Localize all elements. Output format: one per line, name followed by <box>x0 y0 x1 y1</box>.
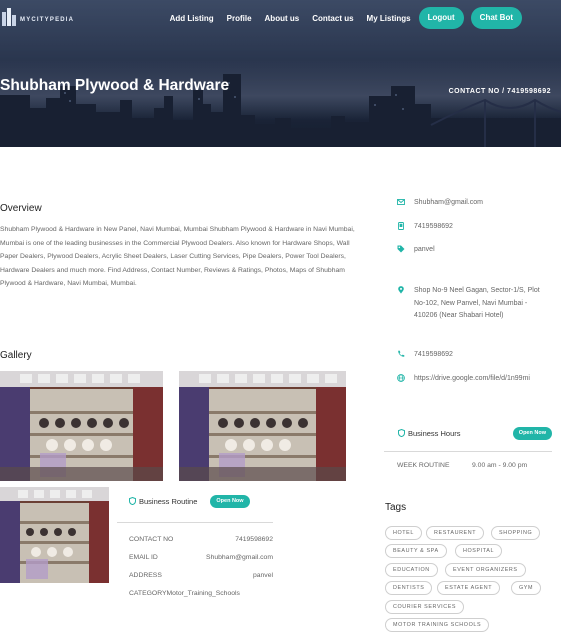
routine-row-email: EMAIL ID Shubham@gmail.com <box>117 549 273 567</box>
tag-text: panvel <box>414 246 435 253</box>
routine-key: ADDRESS <box>129 572 162 579</box>
tag-icon <box>397 245 405 253</box>
hero-contact-number: CONTACT NO / 7419598692 <box>448 88 551 95</box>
phone-text: 7419598692 <box>414 223 453 230</box>
routine-value: 7419598692 <box>235 536 273 543</box>
tags-heading: Tags <box>385 502 407 513</box>
gallery-heading: Gallery <box>0 350 32 361</box>
routine-value: panvel <box>252 572 273 579</box>
store-shelves-image <box>179 371 346 481</box>
hours-key: WEEK ROUTINE <box>397 462 450 469</box>
nav-add-listing[interactable]: Add Listing <box>170 14 214 23</box>
mail-icon <box>397 199 405 205</box>
routine-row-category: CATEGORY Motor_Training_Schools <box>117 585 273 603</box>
website-link: https://drive.google.com/file/d/1n99mi <box>414 375 530 382</box>
routine-row-contact: CONTACT NO 7419598692 <box>117 531 273 549</box>
tag-courier-services[interactable]: COURIER SERVICES <box>385 600 465 614</box>
tag-gym[interactable]: GYM <box>511 581 542 595</box>
tag-hotel[interactable]: HOTEL <box>385 526 422 540</box>
shield-icon <box>398 429 405 437</box>
store-shelves-image <box>0 371 163 481</box>
tag-education[interactable]: EDUCATION <box>385 563 438 577</box>
info-tag: panvel <box>397 244 435 257</box>
tag-motor-training-schools[interactable]: MOTOR TRAINING SCHOOLS <box>385 618 490 632</box>
business-hours-title: Business Hours <box>408 428 461 438</box>
info-email[interactable]: Shubham@gmail.com <box>397 197 483 210</box>
brand-name: MYCITYPEDIA <box>20 17 75 23</box>
tag-dentists[interactable]: DENTISTS <box>385 581 433 595</box>
divider <box>117 522 273 523</box>
nav-about-us[interactable]: About us <box>265 14 300 23</box>
hours-row: WEEK ROUTINE 9.00 am - 9.00 pm <box>384 462 552 469</box>
phone-2-text: 7419598692 <box>414 351 453 358</box>
business-routine-header: Business Routine Open Now <box>117 491 273 511</box>
pin-icon <box>398 286 404 294</box>
info-address: Shop No-9 Neel Gagan, Sector-1/S, Plot N… <box>397 285 544 323</box>
hours-value: 9.00 am - 9.00 pm <box>472 462 528 469</box>
city-logo-icon <box>2 8 16 26</box>
routine-key: CATEGORY <box>129 590 167 597</box>
routine-value: Motor_Training_Schools <box>166 590 240 597</box>
overview-text: Shubham Plywood & Hardware in New Panel,… <box>0 226 355 288</box>
open-now-badge: Open Now <box>512 426 552 440</box>
overview-heading: Overview <box>0 203 42 214</box>
gallery-photo-1[interactable] <box>0 371 163 481</box>
routine-value[interactable]: Shubham@gmail.com <box>206 549 273 567</box>
email-text: Shubham@gmail.com <box>414 199 483 206</box>
store-shelves-image <box>0 487 109 583</box>
routine-row-address: ADDRESS panvel <box>117 567 273 585</box>
address-text: Shop No-9 Neel Gagan, Sector-1/S, Plot N… <box>414 287 540 319</box>
business-title: Shubham Plywood & Hardware <box>0 77 230 94</box>
shield-icon <box>129 497 136 505</box>
gallery-photo-3[interactable] <box>0 487 109 583</box>
business-hours-header: Business Hours Open Now <box>384 425 552 441</box>
phone-handset-icon <box>398 350 405 357</box>
tag-shopping[interactable]: SHOPPING <box>491 526 541 540</box>
logout-button[interactable]: Logout <box>418 7 464 29</box>
info-website[interactable]: https://drive.google.com/file/d/1n99mi <box>397 373 530 386</box>
gallery-photo-2[interactable] <box>179 371 346 481</box>
open-now-badge: Open Now <box>210 494 250 508</box>
business-routine-card: Business Routine Open Now CONTACT NO 741… <box>117 491 273 603</box>
tag-event-organizers[interactable]: EVENT ORGANIZERS <box>445 563 526 577</box>
tag-estate-agent[interactable]: ESTATE AGENT <box>437 581 501 595</box>
nav-my-listings[interactable]: My Listings <box>367 14 411 23</box>
business-routine-title: Business Routine <box>139 496 198 506</box>
tag-hospital[interactable]: HOSPITAL <box>455 544 503 558</box>
nav-contact-us[interactable]: Contact us <box>312 14 353 23</box>
top-navigation: Add Listing Profile About us Contact us … <box>170 7 522 29</box>
globe-icon <box>397 374 405 382</box>
tag-beauty-spa[interactable]: BEAUTY & SPA <box>385 544 447 558</box>
nav-profile[interactable]: Profile <box>227 14 252 23</box>
business-hours-card: Business Hours Open Now WEEK ROUTINE 9.0… <box>384 425 552 469</box>
divider <box>384 451 552 452</box>
hero-banner: MYCITYPEDIA Add Listing Profile About us… <box>0 0 561 147</box>
routine-key: CONTACT NO <box>129 536 174 543</box>
info-phone[interactable]: 7419598692 <box>397 221 453 234</box>
phone-icon <box>398 222 404 230</box>
tag-restaurent[interactable]: RESTAURENT <box>426 526 485 540</box>
chat-bot-button[interactable]: Chat Bot <box>470 7 522 29</box>
brand-logo-link[interactable]: MYCITYPEDIA <box>0 6 74 26</box>
routine-key: EMAIL ID <box>129 554 158 561</box>
info-phone-2[interactable]: 7419598692 <box>397 349 453 362</box>
